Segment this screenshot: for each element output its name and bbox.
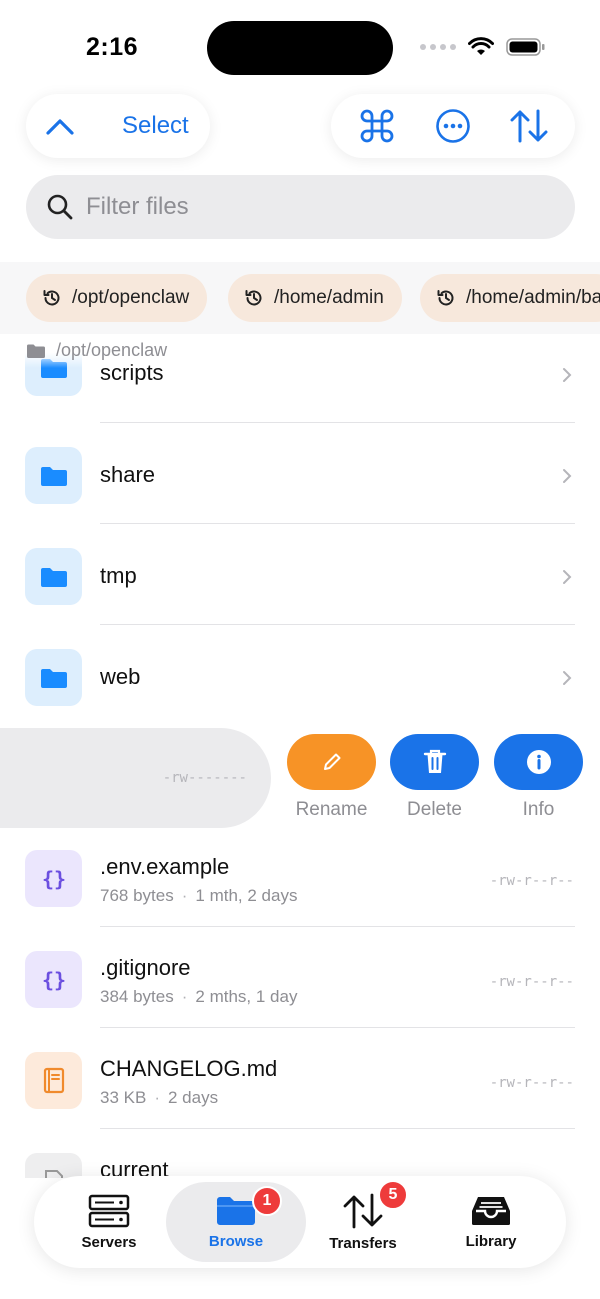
file-row[interactable]: CHANGELOG.md 33 KB · 2 days -rw-r--r-- <box>0 1028 600 1129</box>
tab-servers[interactable]: Servers <box>44 1176 174 1268</box>
ellipsis-circle-icon <box>436 109 470 143</box>
folder-name: tmp <box>100 563 137 588</box>
recent-path-label: /home/admin/ba <box>466 287 600 308</box>
filter-files-input[interactable] <box>86 193 546 221</box>
file-row[interactable]: current <box>0 1129 600 1178</box>
svg-text:{}: {} <box>41 968 65 992</box>
file-name: .gitignore <box>100 955 191 980</box>
recent-path-chip[interactable]: /home/admin <box>228 274 402 322</box>
cellular-signal-icon <box>420 44 456 50</box>
file-age: 2 mths, 1 day <box>195 987 298 1006</box>
folder-icon <box>25 548 82 605</box>
info-label: Info <box>522 799 555 820</box>
select-button[interactable]: Select <box>122 112 189 140</box>
tab-label: Browse <box>208 1232 264 1250</box>
file-icon <box>25 1153 82 1178</box>
file-permissions: -rw-r--r-- <box>489 974 574 990</box>
file-name: .env.example <box>100 854 230 879</box>
code-braces-icon: {} <box>25 951 82 1008</box>
chevron-right-icon <box>563 368 572 382</box>
battery-icon <box>506 38 545 56</box>
recent-path-chip[interactable]: /opt/openclaw <box>26 274 208 322</box>
file-meta: 384 bytes · 2 mths, 1 day <box>100 987 298 1006</box>
file-permissions: -rw-r--r-- <box>489 873 574 889</box>
dynamic-island <box>207 21 393 75</box>
book-icon <box>25 1052 82 1109</box>
folder-name: web <box>100 664 141 689</box>
status-icons <box>420 37 546 57</box>
tray-icon <box>472 1196 510 1225</box>
tab-label: Transfers <box>329 1234 397 1252</box>
file-size: 33 KB <box>100 1088 147 1107</box>
file-name: CHANGELOG.md <box>100 1056 278 1081</box>
code-braces-icon: {} <box>25 850 82 907</box>
search-icon <box>47 194 73 220</box>
navigate-up-button[interactable] <box>28 94 92 158</box>
file-age: 2 days <box>167 1088 219 1107</box>
chevron-up-icon <box>46 119 74 135</box>
tab-browse[interactable]: Browse 1 <box>166 1182 306 1262</box>
file-size: 768 bytes <box>100 886 174 905</box>
transfers-badge: 5 <box>378 1180 408 1210</box>
delete-button[interactable] <box>390 734 479 790</box>
chevron-right-icon <box>563 570 572 584</box>
folder-icon <box>217 1196 255 1225</box>
tab-library[interactable]: Library <box>426 1176 556 1268</box>
swiped-file-row[interactable]: -rw------- <box>0 728 271 828</box>
file-meta: 33 KB · 2 days <box>100 1088 219 1107</box>
wifi-icon <box>468 37 494 55</box>
recent-path-chip[interactable]: /home/admin/ba <box>420 274 600 322</box>
tab-label: Library <box>465 1232 517 1250</box>
recent-path-label: /opt/openclaw <box>72 287 190 308</box>
status-time: 2:16 <box>86 33 139 61</box>
file-row[interactable]: {} .env.example 768 bytes · 1 mth, 2 days … <box>0 826 600 927</box>
toolbar-left-group: Select <box>26 94 210 158</box>
folder-row-share[interactable]: share <box>0 423 600 524</box>
breadcrumb: /opt/openclaw <box>26 340 167 361</box>
file-name: current <box>100 1157 169 1178</box>
folder-name: share <box>100 462 156 487</box>
rename-label: Rename <box>295 799 368 820</box>
history-icon <box>245 290 262 306</box>
pencil-icon <box>323 753 340 770</box>
breadcrumb-path: /opt/openclaw <box>56 340 168 360</box>
tab-label: Servers <box>81 1233 137 1251</box>
info-icon <box>526 750 551 774</box>
file-size: 384 bytes <box>100 987 174 1006</box>
delete-label: Delete <box>407 799 462 820</box>
folder-icon <box>25 447 82 504</box>
tab-bar: Servers Browse 1 Transfers 5 Library <box>34 1176 566 1268</box>
folder-row-tmp[interactable]: tmp <box>0 524 600 625</box>
trash-icon <box>423 749 446 773</box>
svg-text:{}: {} <box>41 867 65 891</box>
command-icon <box>360 109 394 143</box>
info-button[interactable] <box>494 734 583 790</box>
status-bar: 2:16 <box>0 0 600 96</box>
command-button[interactable] <box>349 98 405 154</box>
server-icon <box>88 1194 130 1227</box>
folder-icon <box>25 649 82 706</box>
history-icon <box>43 290 60 306</box>
chevron-right-icon <box>563 671 572 685</box>
file-age: 1 mth, 2 days <box>195 886 298 905</box>
rename-button[interactable] <box>287 734 376 790</box>
tab-transfers[interactable]: Transfers 5 <box>298 1176 428 1268</box>
sort-arrows-icon <box>510 109 548 143</box>
more-options-button[interactable] <box>425 98 481 154</box>
folder-row-web[interactable]: web <box>0 625 600 726</box>
file-permissions: -rw-r--r-- <box>489 1075 574 1091</box>
folder-icon <box>27 344 45 358</box>
recent-path-label: /home/admin <box>274 287 384 308</box>
search-bar[interactable] <box>26 175 575 239</box>
sort-button[interactable] <box>501 98 557 154</box>
browse-badge: 1 <box>252 1186 282 1216</box>
file-permissions: -rw------- <box>162 770 247 786</box>
file-row[interactable]: {} .gitignore 384 bytes · 2 mths, 1 day -r… <box>0 927 600 1028</box>
history-icon <box>437 290 454 306</box>
chevron-right-icon <box>563 469 572 483</box>
toolbar-right-group <box>331 94 575 158</box>
file-meta: 768 bytes · 1 mth, 2 days <box>100 886 298 905</box>
